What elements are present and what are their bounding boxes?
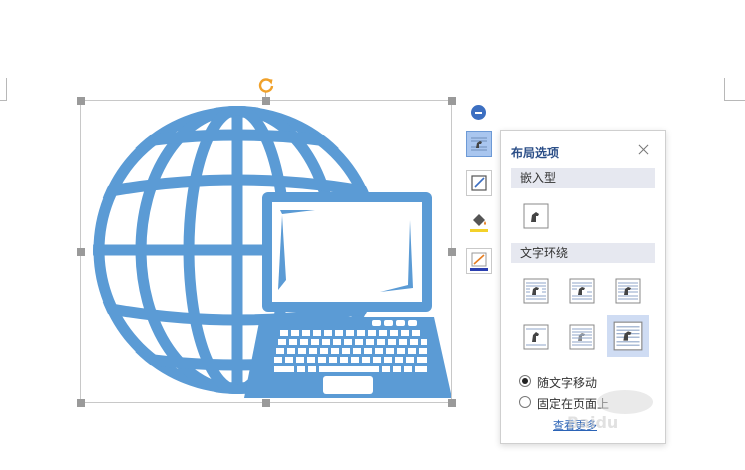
fill-bucket-icon bbox=[470, 214, 488, 232]
wrap-square-option[interactable] bbox=[521, 276, 551, 306]
resize-handle-top-left[interactable] bbox=[77, 97, 85, 105]
section-inline: 嵌入型 bbox=[511, 168, 655, 188]
wrap-top-bottom-option[interactable] bbox=[521, 322, 551, 352]
svg-text:Baidu: Baidu bbox=[567, 413, 618, 432]
resize-handle-bottom-right[interactable] bbox=[448, 399, 456, 407]
resize-handle-top[interactable] bbox=[262, 97, 270, 105]
wrap-behind-text-option[interactable] bbox=[607, 315, 649, 357]
crop-icon bbox=[471, 175, 487, 191]
radio-button[interactable] bbox=[519, 396, 531, 408]
wrap-inline-option[interactable] bbox=[521, 201, 551, 231]
wrap-tight-option[interactable] bbox=[567, 276, 597, 306]
layout-options-button[interactable] bbox=[466, 131, 492, 157]
section-text-wrap: 文字环绕 bbox=[511, 243, 655, 263]
resize-handle-bottom[interactable] bbox=[262, 399, 270, 407]
picture-selection-frame bbox=[80, 100, 452, 403]
resize-handle-left[interactable] bbox=[77, 248, 85, 256]
fill-button[interactable] bbox=[466, 209, 492, 235]
layout-options-icon bbox=[471, 137, 487, 151]
panel-title: 布局选项 bbox=[511, 146, 560, 160]
radio-button-selected[interactable] bbox=[519, 375, 531, 387]
wrap-through-option[interactable] bbox=[613, 276, 643, 306]
rotate-handle-icon[interactable] bbox=[257, 76, 275, 94]
outline-pen-icon bbox=[470, 252, 488, 271]
minus-circle-icon[interactable] bbox=[471, 105, 486, 120]
wrap-in-front-option[interactable] bbox=[567, 322, 597, 352]
outline-button[interactable] bbox=[466, 248, 492, 274]
watermark-logo: Baidu bbox=[555, 382, 670, 442]
resize-handle-top-right[interactable] bbox=[448, 97, 456, 105]
resize-handle-bottom-left[interactable] bbox=[77, 399, 85, 407]
crop-button[interactable] bbox=[466, 170, 492, 196]
resize-handle-right[interactable] bbox=[448, 248, 456, 256]
page-corner-mark-right bbox=[724, 78, 745, 101]
page-corner-mark-left bbox=[0, 78, 7, 101]
close-icon[interactable] bbox=[637, 143, 651, 157]
